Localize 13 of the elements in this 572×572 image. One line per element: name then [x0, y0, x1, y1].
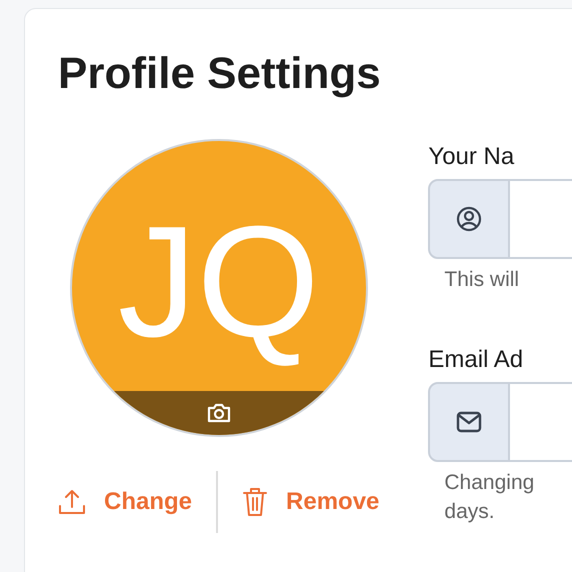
field-label: Your Na [428, 142, 516, 172]
user-icon [456, 206, 482, 232]
remove-button[interactable]: Remove [242, 483, 380, 521]
help-text: Changing days. [443, 470, 536, 525]
avatar[interactable]: JQ [70, 139, 368, 437]
camera-icon [206, 402, 232, 424]
trash-icon [242, 487, 268, 517]
change-button[interactable]: Change [58, 484, 192, 520]
help-text: This will [443, 267, 520, 293]
field-label: Email Ad [428, 345, 524, 375]
upload-icon [58, 488, 86, 516]
page-title: Profile Settings [58, 49, 382, 99]
mail-icon [456, 411, 482, 433]
